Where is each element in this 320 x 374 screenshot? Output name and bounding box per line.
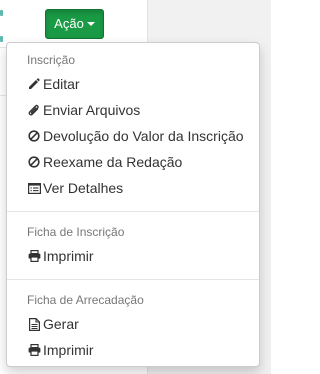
menu-item-enviar-arquivos[interactable]: Enviar Arquivos bbox=[27, 100, 140, 120]
menu-item-label: Gerar bbox=[43, 316, 79, 332]
menu-item-ver-detalhes[interactable]: Ver Detalhes bbox=[27, 178, 123, 198]
menu-item-label: Reexame da Redação bbox=[43, 154, 183, 170]
ban-icon bbox=[27, 129, 41, 143]
list-alt-icon bbox=[27, 181, 41, 195]
menu-divider bbox=[7, 211, 259, 212]
menu-divider bbox=[7, 279, 259, 280]
action-dropdown-menu: Inscrição Editar Enviar Arquivos Devoluç… bbox=[6, 42, 260, 367]
action-dropdown-button[interactable]: Ação bbox=[45, 9, 104, 39]
menu-item-gerar[interactable]: Gerar bbox=[27, 314, 79, 334]
menu-item-label: Devolução do Valor da Inscrição bbox=[43, 128, 244, 144]
row-marker bbox=[0, 10, 3, 16]
print-icon bbox=[27, 343, 41, 357]
menu-item-imprimir-inscricao[interactable]: Imprimir bbox=[27, 246, 94, 266]
menu-item-reexame[interactable]: Reexame da Redação bbox=[27, 152, 182, 172]
menu-header-ficha-inscricao: Ficha de Inscrição bbox=[27, 225, 125, 239]
row-marker bbox=[0, 36, 3, 42]
ban-icon bbox=[27, 155, 41, 169]
menu-item-devolucao[interactable]: Devolução do Valor da Inscrição bbox=[27, 126, 244, 146]
caret-down-icon bbox=[86, 21, 95, 26]
menu-item-label: Enviar Arquivos bbox=[43, 102, 141, 118]
paperclip-icon bbox=[27, 103, 41, 117]
menu-header-inscricao: Inscrição bbox=[27, 53, 76, 67]
pencil-icon bbox=[27, 77, 41, 91]
menu-item-label: Imprimir bbox=[43, 248, 94, 264]
menu-item-editar[interactable]: Editar bbox=[27, 74, 80, 94]
print-icon bbox=[27, 249, 41, 263]
menu-item-label: Imprimir bbox=[43, 342, 94, 358]
menu-item-imprimir-arrecadacao[interactable]: Imprimir bbox=[27, 340, 94, 360]
menu-header-ficha-arrecadacao: Ficha de Arrecadação bbox=[27, 293, 144, 307]
menu-item-label: Editar bbox=[43, 76, 80, 92]
action-button-label: Ação bbox=[54, 16, 84, 31]
file-text-icon bbox=[27, 317, 41, 331]
menu-item-label: Ver Detalhes bbox=[43, 180, 124, 196]
